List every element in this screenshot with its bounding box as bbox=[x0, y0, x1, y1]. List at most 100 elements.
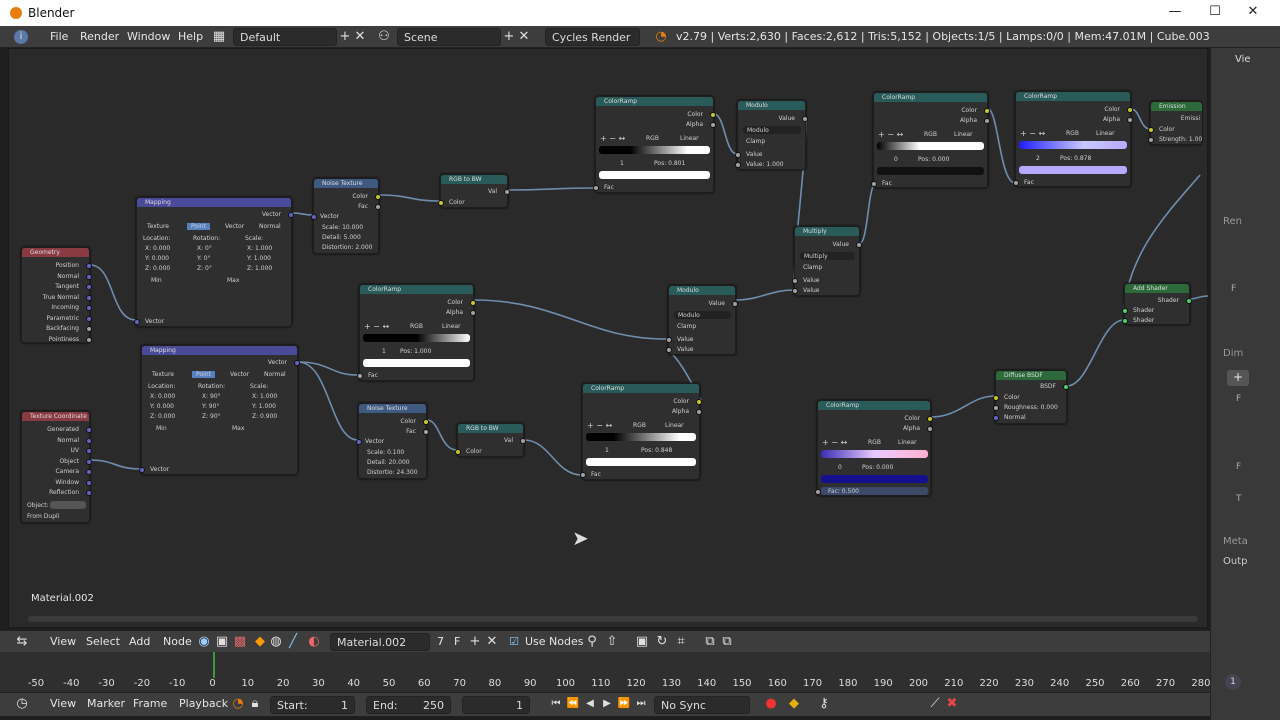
rot-z-field[interactable]: Z: 90° bbox=[202, 413, 221, 420]
distortion-field[interactable]: Distortion: 2.000 bbox=[322, 244, 373, 251]
start-frame-field[interactable]: Start: 1 bbox=[270, 696, 355, 714]
dimensions-panel-label[interactable]: Dim bbox=[1223, 348, 1243, 359]
input-socket[interactable] bbox=[438, 200, 444, 206]
geometry-node[interactable]: Geometry Position Normal Tangent True No… bbox=[21, 247, 92, 343]
render-panel-label[interactable]: Ren bbox=[1223, 216, 1242, 227]
output-panel-label[interactable]: Outp bbox=[1223, 556, 1247, 567]
scale-field[interactable]: Scale: 0.100 bbox=[367, 449, 404, 456]
menu-node[interactable]: Node bbox=[163, 635, 192, 648]
input-socket[interactable] bbox=[1013, 180, 1019, 186]
max-checkbox[interactable]: Max bbox=[232, 425, 244, 432]
ramp-stop-index[interactable]: 1 bbox=[605, 447, 609, 454]
mapping-tab-normal[interactable]: Normal bbox=[264, 371, 286, 378]
color-swatch[interactable] bbox=[586, 458, 696, 466]
color-ramp-node-6[interactable]: ColorRamp Color Alpha + − ↔ RGB Linear 0… bbox=[815, 400, 933, 496]
use-nodes-checkbox[interactable]: ☑ bbox=[506, 634, 522, 650]
ramp-edit-icons[interactable]: + − ↔ bbox=[878, 130, 903, 139]
editor-type-icon[interactable]: ⇆ bbox=[14, 634, 30, 650]
output-socket[interactable] bbox=[984, 108, 990, 114]
add-icon[interactable]: + bbox=[1227, 370, 1249, 386]
timeline-menu-frame[interactable]: Frame bbox=[133, 697, 167, 710]
noise-texture-node-1[interactable]: Noise Texture Color Fac Vector Scale: 10… bbox=[311, 178, 381, 254]
distortion-field[interactable]: Distortio: 24.300 bbox=[367, 469, 418, 476]
keyframe-edit-icon[interactable]: ⟋ bbox=[927, 696, 943, 712]
output-socket[interactable] bbox=[288, 212, 294, 218]
copy-nodes-icon[interactable]: ⧉ bbox=[702, 634, 718, 650]
input-socket[interactable] bbox=[993, 395, 999, 401]
rgb-to-bw-node-2[interactable]: RGB to BW Val Color bbox=[455, 423, 526, 457]
input-socket[interactable] bbox=[792, 278, 798, 284]
add-shader-node[interactable]: Add Shader Shader Shader Shader bbox=[1122, 283, 1192, 325]
canvas-horizontal-scrollbar[interactable] bbox=[28, 616, 1198, 622]
output-socket[interactable] bbox=[696, 399, 702, 405]
ramp-stop-index[interactable]: 1 bbox=[620, 160, 624, 167]
clamp-checkbox[interactable]: Clamp bbox=[677, 323, 696, 330]
input-socket[interactable] bbox=[666, 347, 672, 353]
loc-z-field[interactable]: Z: 0.000 bbox=[150, 413, 175, 420]
go-parent-icon[interactable]: ⇧ bbox=[604, 634, 620, 650]
paste-nodes-icon[interactable]: ⧉ bbox=[719, 634, 735, 650]
unlink-material-icon[interactable]: ✕ bbox=[484, 634, 500, 650]
object-shader-icon[interactable]: ◆ bbox=[252, 634, 268, 650]
current-frame-field[interactable]: 1 bbox=[462, 696, 530, 714]
output-socket[interactable] bbox=[927, 416, 933, 422]
input-socket[interactable] bbox=[993, 415, 999, 421]
play-reverse-icon[interactable]: ◀ bbox=[582, 696, 598, 712]
world-shader-icon[interactable]: ◍ bbox=[268, 634, 284, 650]
timeline-menu-playback[interactable]: Playback bbox=[179, 697, 228, 710]
material-users-count[interactable]: 7 bbox=[437, 635, 444, 648]
output-socket[interactable] bbox=[86, 438, 92, 444]
input-socket[interactable] bbox=[139, 467, 145, 473]
color-swatch[interactable] bbox=[363, 359, 470, 367]
output-socket[interactable] bbox=[86, 263, 92, 269]
pin-icon[interactable]: ⚲ bbox=[584, 634, 600, 650]
output-socket[interactable] bbox=[696, 409, 702, 415]
snap-icon[interactable]: ⌗ bbox=[673, 634, 689, 650]
input-socket[interactable] bbox=[735, 152, 741, 158]
rgb-to-bw-node-1[interactable]: RGB to BW Val Color bbox=[438, 174, 510, 208]
input-socket[interactable] bbox=[356, 439, 362, 445]
output-socket[interactable] bbox=[86, 448, 92, 454]
jump-end-icon[interactable]: ⏭ bbox=[633, 696, 649, 712]
ramp-mode[interactable]: RGB bbox=[924, 131, 937, 138]
loc-x-field[interactable]: X: 0.000 bbox=[145, 245, 170, 252]
menu-select[interactable]: Select bbox=[86, 635, 120, 648]
rot-y-field[interactable]: Y: 90° bbox=[202, 403, 219, 410]
mapping-node-2[interactable]: Mapping Vector Texture Point Vector Norm… bbox=[139, 345, 300, 475]
output-socket[interactable] bbox=[732, 301, 738, 307]
output-socket[interactable] bbox=[86, 459, 92, 465]
loc-z-field[interactable]: Z: 0.000 bbox=[145, 265, 170, 272]
shader-type-icon[interactable]: ◉ bbox=[196, 634, 212, 650]
ramp-stop-index[interactable]: 1 bbox=[382, 348, 386, 355]
ramp-edit-icons[interactable]: + − ↔ bbox=[364, 322, 389, 331]
color-ramp-gradient[interactable] bbox=[586, 433, 696, 441]
ramp-stop-index[interactable]: 0 bbox=[838, 464, 842, 471]
min-checkbox[interactable]: Min bbox=[151, 277, 162, 284]
output-socket[interactable] bbox=[1127, 107, 1133, 113]
input-socket[interactable] bbox=[580, 472, 586, 478]
input-socket[interactable] bbox=[735, 162, 741, 168]
modulo-node-2[interactable]: Modulo Value Modulo Clamp Value Value bbox=[666, 285, 738, 355]
ramp-position[interactable]: Pos: 0.000 bbox=[918, 156, 949, 163]
input-socket[interactable] bbox=[792, 288, 798, 294]
output-socket[interactable] bbox=[504, 189, 510, 195]
modulo-node-1[interactable]: Modulo Value Modulo Clamp Value Value: 1… bbox=[735, 100, 808, 170]
lock-icon[interactable]: 🔒︎ bbox=[247, 696, 263, 712]
ramp-mode[interactable]: RGB bbox=[868, 439, 881, 446]
jump-keyframe-forward-icon[interactable]: ⏩ bbox=[616, 696, 632, 712]
output-socket[interactable] bbox=[86, 337, 92, 343]
scale-y-field[interactable]: Y: 1.000 bbox=[252, 403, 276, 410]
ramp-position[interactable]: Pos: 1.000 bbox=[400, 348, 431, 355]
scale-field[interactable]: Scale: 10.000 bbox=[322, 224, 363, 231]
ramp-interpolation[interactable]: Linear bbox=[954, 131, 973, 138]
timeline-menu-marker[interactable]: Marker bbox=[87, 697, 125, 710]
input-socket[interactable] bbox=[1122, 318, 1128, 324]
input-socket[interactable] bbox=[815, 489, 821, 495]
output-socket[interactable] bbox=[86, 490, 92, 496]
ramp-edit-icons[interactable]: + − ↔ bbox=[822, 438, 847, 447]
multiply-node[interactable]: Multiply Value Multiply Clamp Value Valu… bbox=[792, 226, 862, 296]
record-icon[interactable]: ● bbox=[763, 696, 779, 712]
output-socket[interactable] bbox=[802, 116, 808, 122]
color-ramp-node-1[interactable]: ColorRamp Color Alpha + − ↔ RGB Linear 1… bbox=[593, 96, 716, 193]
color-swatch[interactable] bbox=[599, 171, 710, 179]
